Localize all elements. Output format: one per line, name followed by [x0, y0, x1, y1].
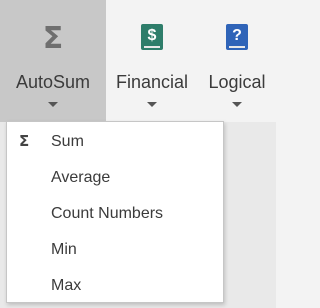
- logical-label: Logical: [208, 72, 266, 92]
- menu-item-count-numbers[interactable]: Count Numbers: [7, 196, 223, 232]
- autosum-button[interactable]: Σ AutoSum: [0, 0, 106, 122]
- logical-book-icon: ?: [226, 24, 248, 50]
- menu-item-label: Max: [51, 277, 82, 294]
- menu-item-min[interactable]: Min: [7, 232, 223, 268]
- sigma-icon: Σ: [19, 132, 30, 150]
- autosum-label: AutoSum: [15, 72, 91, 92]
- menu-item-label: Average: [51, 169, 111, 186]
- financial-book-icon: $: [141, 24, 163, 50]
- chevron-down-icon: [232, 102, 242, 107]
- logical-button[interactable]: ? Logical: [198, 0, 276, 122]
- menu-item-sum[interactable]: Σ Sum: [7, 124, 223, 160]
- menu-item-label: Sum: [51, 133, 84, 150]
- menu-item-average[interactable]: Average: [7, 160, 223, 196]
- financial-button[interactable]: $ Financial: [106, 0, 198, 122]
- chevron-down-icon: [147, 102, 157, 107]
- menu-item-label: Min: [51, 241, 77, 258]
- menu-item-label: Count Numbers: [51, 205, 164, 222]
- menu-item-max[interactable]: Max: [7, 268, 223, 304]
- chevron-down-icon: [48, 102, 58, 107]
- sigma-icon: Σ: [42, 21, 64, 56]
- autosum-dropdown-menu: Σ Sum Average Count Numbers Min Max: [6, 121, 224, 303]
- financial-label: Financial: [115, 72, 189, 92]
- formulas-ribbon: Σ AutoSum $ Financial ? Logical: [0, 0, 276, 122]
